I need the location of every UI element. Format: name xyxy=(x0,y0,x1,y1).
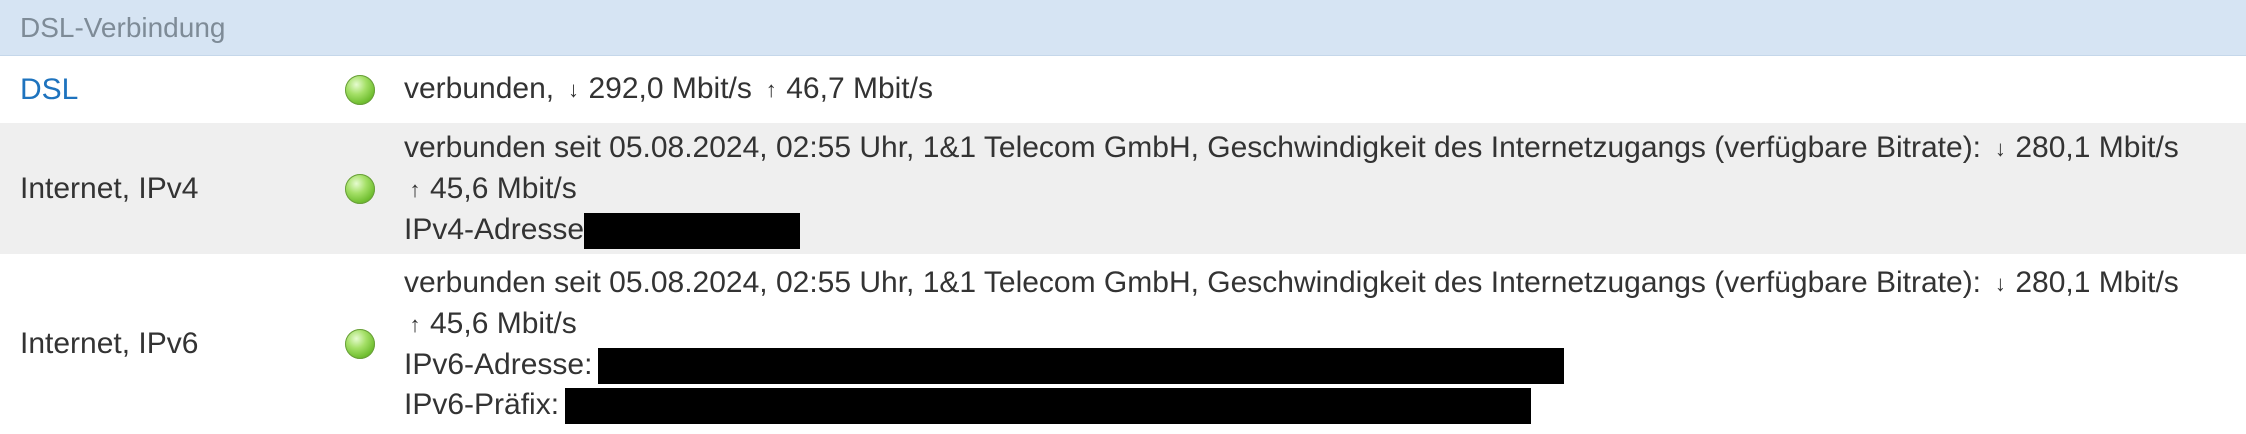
upstream-rate: 46,7 Mbit/s xyxy=(786,72,933,105)
redacted-ipv4-address xyxy=(584,212,801,249)
status-led-icon xyxy=(345,329,375,359)
arrow-up-icon: ↑ xyxy=(409,312,421,337)
arrow-down-icon: ↓ xyxy=(1994,271,2006,296)
status-text: verbunden seit 05.08.2024, 02:55 Uhr, 1&… xyxy=(404,130,1982,164)
ipv6-details: verbunden seit 05.08.2024, 02:55 Uhr, 1&… xyxy=(404,263,2246,425)
section-title: DSL-Verbindung xyxy=(20,11,226,43)
section-header: DSL-Verbindung xyxy=(0,0,2246,56)
dsl-connection-panel: DSL-Verbindung DSL verbunden, ↓ 292,0 Mbi… xyxy=(0,0,2246,434)
downstream-rate: 280,1 Mbit/s xyxy=(2015,266,2179,299)
arrow-up-icon: ↑ xyxy=(765,77,777,102)
ipv6-address-label: IPv6-Adresse: xyxy=(404,348,593,381)
downstream-rate: 292,0 Mbit/s xyxy=(588,72,752,105)
connection-row-dsl: DSL verbunden, ↓ 292,0 Mbit/s ↑ 46,7 Mbit/… xyxy=(0,56,2246,123)
arrow-down-icon: ↓ xyxy=(567,77,579,102)
redacted-ipv6-prefix xyxy=(565,388,1532,425)
arrow-up-icon: ↑ xyxy=(409,176,421,202)
dsl-link[interactable]: DSL xyxy=(0,73,316,107)
status-text: verbunden, xyxy=(404,72,555,105)
status-led-icon xyxy=(345,173,375,204)
status-text: verbunden seit 05.08.2024, 02:55 Uhr, 1&… xyxy=(404,266,1982,299)
ipv4-address-label: IPv4-Adresse xyxy=(404,212,585,246)
arrow-down-icon: ↓ xyxy=(1994,135,2006,161)
connection-row-ipv6: Internet, IPv6 verbunden seit 05.08.2024… xyxy=(0,254,2246,434)
redacted-ipv6-address xyxy=(598,348,1565,385)
dsl-details: verbunden, ↓ 292,0 Mbit/s ↑ 46,7 Mbit/s xyxy=(404,69,2246,110)
ipv4-details: verbunden seit 05.08.2024, 02:55 Uhr, 1&… xyxy=(404,128,2246,250)
upstream-rate: 45,6 Mbit/s xyxy=(430,171,577,205)
status-led-icon xyxy=(345,74,375,105)
ipv6-label: Internet, IPv6 xyxy=(20,327,199,360)
downstream-rate: 280,1 Mbit/s xyxy=(2015,130,2179,164)
connection-row-ipv4: Internet, IPv4 verbunden seit 05.08.2024… xyxy=(0,123,2246,254)
ipv4-label: Internet, IPv4 xyxy=(20,171,199,205)
ipv6-prefix-label: IPv6-Präfix: xyxy=(404,388,560,421)
upstream-rate: 45,6 Mbit/s xyxy=(430,307,577,340)
